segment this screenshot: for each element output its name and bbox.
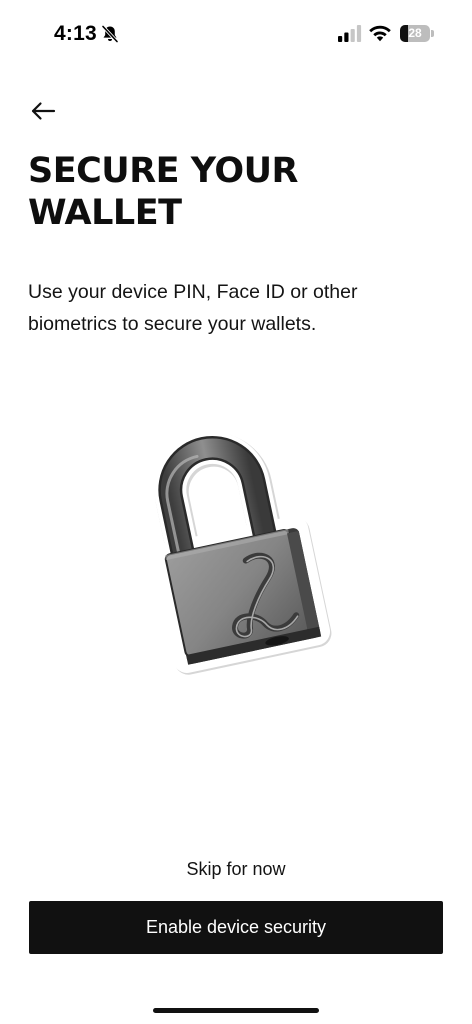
page-title-line1: SECURE YOUR	[28, 151, 299, 191]
page-title-line2: WALLET	[28, 193, 182, 233]
page-title: SECURE YOUR WALLET	[28, 150, 448, 234]
arrow-left-icon	[31, 102, 56, 120]
skip-for-now-link[interactable]: Skip for now	[0, 856, 472, 882]
page-description-line1: Use your device PIN, Face ID or other	[28, 281, 358, 303]
battery-tip	[431, 30, 434, 37]
wifi-icon	[369, 25, 391, 42]
battery-level-text: 28	[408, 26, 422, 40]
enable-device-security-button[interactable]: Enable device security	[29, 901, 443, 954]
page-description: Use your device PIN, Face ID or other bi…	[28, 276, 448, 340]
battery-body: 28	[400, 25, 430, 42]
page-description-line2: biometrics to secure your wallets.	[28, 313, 317, 335]
back-button[interactable]	[26, 94, 60, 128]
cellular-signal-icon	[338, 25, 362, 42]
home-indicator[interactable]	[153, 1008, 319, 1013]
battery-indicator: 28	[400, 25, 434, 42]
padlock-icon	[151, 431, 332, 675]
bell-slash-icon	[101, 24, 119, 44]
status-time: 4:13	[54, 22, 97, 45]
status-bar: 4:13 28	[0, 0, 472, 62]
